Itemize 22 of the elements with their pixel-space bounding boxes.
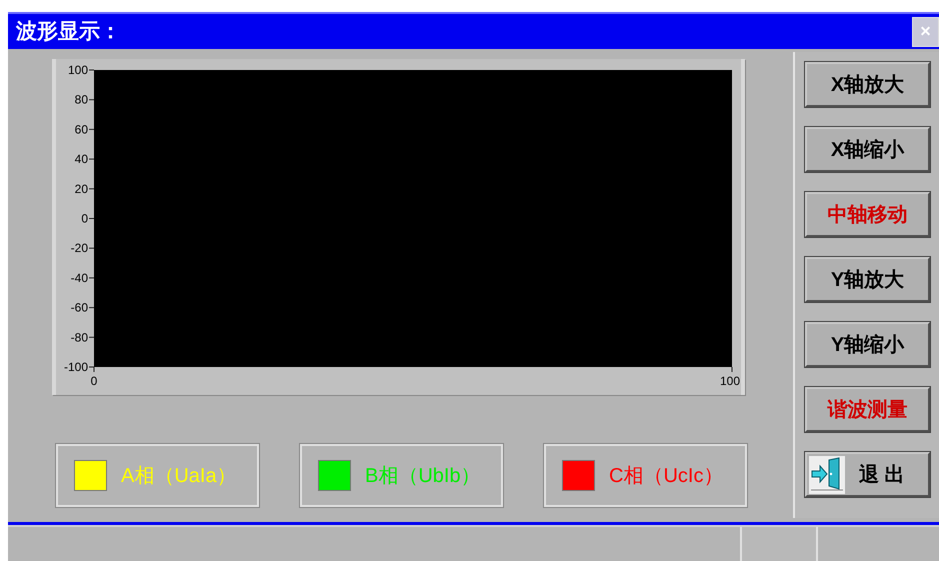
x-tick-label: 100: [720, 374, 740, 388]
y-tick-label: 0: [81, 212, 88, 226]
toolbar-button[interactable]: Y轴放大: [805, 257, 930, 302]
window-title: 波形显示：: [14, 18, 121, 45]
y-tick-label: -80: [70, 330, 88, 344]
y-tick-label: 80: [74, 92, 88, 107]
y-tick-label: 40: [74, 152, 88, 166]
toolbar-button[interactable]: X轴放大: [805, 62, 930, 107]
y-tick-label: -40: [70, 270, 88, 285]
exit-button[interactable]: 退 出: [805, 452, 930, 497]
legend-label: A相（UaIa）: [121, 464, 237, 488]
toolbar-button[interactable]: Y轴缩小: [805, 322, 930, 367]
y-tick-label: -100: [64, 360, 88, 374]
toolbar-button[interactable]: X轴缩小: [805, 127, 930, 172]
y-tick-label: -20: [70, 241, 88, 256]
y-tick-label: 60: [74, 122, 88, 136]
y-tick-label: 100: [68, 63, 88, 77]
x-tick-label: 0: [90, 374, 98, 388]
y-tick-label: 20: [74, 182, 88, 196]
y-tick-label: -60: [70, 300, 88, 315]
legend-label: C相（UcIc）: [609, 464, 724, 488]
legend-label: B相（UbIb）: [365, 464, 481, 488]
